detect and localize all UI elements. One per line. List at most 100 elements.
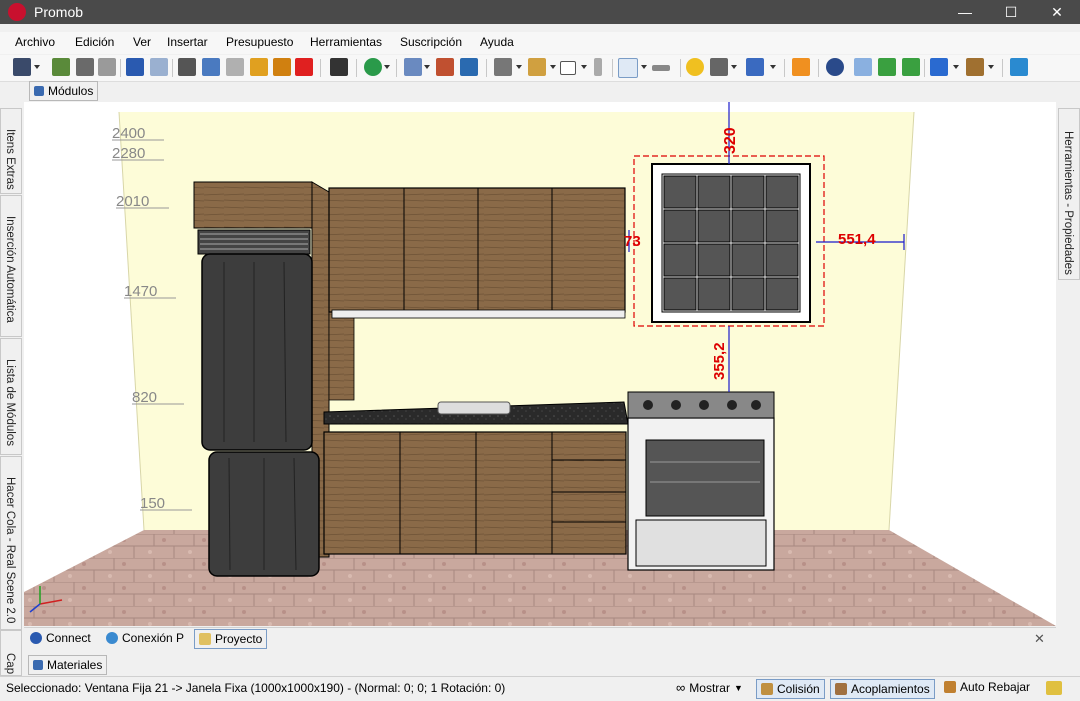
light-icon[interactable]	[686, 58, 704, 76]
menu-suscripcion[interactable]: Suscripción	[400, 35, 462, 49]
measure-icon[interactable]	[652, 65, 670, 71]
align-dropdown-arrow[interactable]	[550, 65, 556, 69]
menu-herramientas[interactable]: Herramientas	[310, 35, 382, 49]
cube-view-dropdown-arrow[interactable]	[953, 65, 959, 69]
menu-ver[interactable]: Ver	[133, 35, 151, 49]
mostrar-button[interactable]: ∞ Mostrar ▼	[676, 680, 743, 695]
colision-label: Colisión	[777, 682, 820, 696]
budget-dropdown-arrow[interactable]	[384, 65, 390, 69]
delete-icon[interactable]	[295, 58, 313, 76]
dimension-top: 320	[722, 127, 739, 154]
tab-conexion-label: Conexión P	[122, 631, 185, 645]
ruler-label-2400: 2400	[112, 125, 145, 142]
copy-icon[interactable]	[202, 58, 220, 76]
base-cabinets[interactable]	[323, 431, 627, 555]
sidetab-lista-modulos[interactable]: Lista de Módulos	[0, 338, 22, 455]
brush-icon[interactable]	[273, 58, 291, 76]
menu-edicion[interactable]: Edición	[75, 35, 114, 49]
paste-icon[interactable]	[226, 58, 244, 76]
eye-icon[interactable]	[826, 58, 844, 76]
colision-button[interactable]: Colisión	[756, 679, 825, 699]
cut-icon[interactable]	[178, 58, 196, 76]
camera-dropdown-arrow[interactable]	[731, 65, 737, 69]
menu-insertar[interactable]: Insertar	[167, 35, 208, 49]
render-icon[interactable]	[746, 58, 764, 76]
cube-view-icon[interactable]	[930, 58, 948, 76]
minimize-button[interactable]: —	[942, 0, 988, 24]
elevation-icon[interactable]	[436, 58, 454, 76]
collision-icon	[761, 683, 773, 695]
tab-conexion[interactable]: Conexión P	[106, 631, 184, 645]
close-panel-icon[interactable]: ✕	[1034, 631, 1045, 647]
tab-modulos-label: Módulos	[48, 84, 94, 98]
3d-viewport[interactable]: 2400 2280 2010 1470 820 150 320 73 551,4…	[24, 102, 1056, 626]
rectangle-dropdown-arrow[interactable]	[581, 65, 587, 69]
menu-archivo[interactable]: Archivo	[15, 35, 55, 49]
paint-icon[interactable]	[250, 58, 268, 76]
ruler-label-1470: 1470	[124, 283, 157, 300]
save-dropdown-arrow[interactable]	[34, 65, 40, 69]
redo-icon[interactable]	[150, 58, 168, 76]
brush-tool-icon[interactable]	[1046, 681, 1062, 695]
auto-rebajar-button[interactable]: Auto Rebajar	[944, 680, 1030, 694]
group-dropdown-arrow[interactable]	[516, 65, 522, 69]
upper-cabinets[interactable]	[328, 187, 626, 313]
tab-materiales[interactable]: Materiales	[28, 655, 108, 675]
oven-window	[645, 439, 765, 517]
dimension-right: 551,4	[838, 231, 876, 248]
sidetab-herramientas-propiedades[interactable]: Herramientas - Propiedades	[1058, 108, 1080, 280]
zoom-icon[interactable]	[854, 58, 872, 76]
print-preview-icon[interactable]	[98, 58, 116, 76]
kitchen-scene[interactable]: 2400 2280 2010 1470 820 150 320 73 551,4…	[24, 102, 1056, 626]
sink[interactable]	[437, 401, 511, 415]
mostrar-label: Mostrar	[689, 680, 730, 695]
arrow-right-icon[interactable]	[902, 58, 920, 76]
window-title: Promob	[34, 4, 84, 20]
print-icon[interactable]	[76, 58, 94, 76]
budget-icon[interactable]	[364, 58, 382, 76]
sidetab-insercion-automatica[interactable]: Inserción Automática	[0, 195, 22, 337]
menu-presupuesto[interactable]: Presupuesto	[226, 35, 293, 49]
layers-dropdown-arrow[interactable]	[424, 65, 430, 69]
tab-connect-label: Connect	[46, 631, 91, 645]
arrow-left-icon[interactable]	[878, 58, 896, 76]
box-icon[interactable]	[966, 58, 984, 76]
auto-rebajar-label: Auto Rebajar	[960, 680, 1031, 694]
undo-icon[interactable]	[126, 58, 144, 76]
fridge-top-cabinet[interactable]	[193, 181, 313, 229]
render-dropdown-arrow[interactable]	[770, 65, 776, 69]
globe-icon	[106, 632, 118, 644]
export-icon[interactable]	[52, 58, 70, 76]
rectangle-icon[interactable]	[560, 61, 576, 75]
move-icon[interactable]	[330, 58, 348, 76]
menu-ayuda[interactable]: Ayuda	[480, 35, 514, 49]
3d-view-icon[interactable]	[460, 58, 478, 76]
save-icon[interactable]	[13, 58, 31, 76]
user-icon[interactable]	[792, 58, 810, 76]
tab-proyecto[interactable]: Proyecto	[194, 629, 268, 649]
tab-connect[interactable]: Connect	[30, 631, 91, 645]
sidetab-hacer-cola[interactable]: Hacer Cola - Real Scene 2.0	[0, 456, 22, 630]
wall-icon[interactable]	[594, 58, 602, 76]
folder-icon	[199, 633, 211, 645]
align-icon[interactable]	[528, 58, 546, 76]
maximize-button[interactable]: ☐	[988, 0, 1034, 24]
group-icon[interactable]	[494, 58, 512, 76]
dimension-bottom: 355,2	[711, 342, 728, 380]
chat-icon[interactable]	[1010, 58, 1028, 76]
fridge-upper-door[interactable]	[201, 253, 313, 451]
box-dropdown-arrow[interactable]	[988, 65, 994, 69]
layers-icon[interactable]	[404, 58, 422, 76]
sidetab-hacer-cola-label: Hacer Cola - Real Scene 2.0	[4, 477, 16, 624]
acoplamientos-button[interactable]: Acoplamientos	[830, 679, 935, 699]
sidetab-cap[interactable]: Cap	[0, 630, 22, 676]
sidetab-herramientas-label: Herramientas - Propiedades	[1062, 131, 1074, 275]
select-dropdown-arrow[interactable]	[641, 65, 647, 69]
select-cursor-icon[interactable]	[618, 58, 638, 78]
close-button[interactable]: ✕	[1034, 0, 1080, 24]
toolbar	[0, 55, 1080, 82]
camera-icon[interactable]	[710, 58, 728, 76]
tab-modulos[interactable]: Módulos	[29, 81, 99, 101]
connect-icon	[30, 632, 42, 644]
sidetab-itens-extras[interactable]: Itens Extras	[0, 108, 22, 194]
